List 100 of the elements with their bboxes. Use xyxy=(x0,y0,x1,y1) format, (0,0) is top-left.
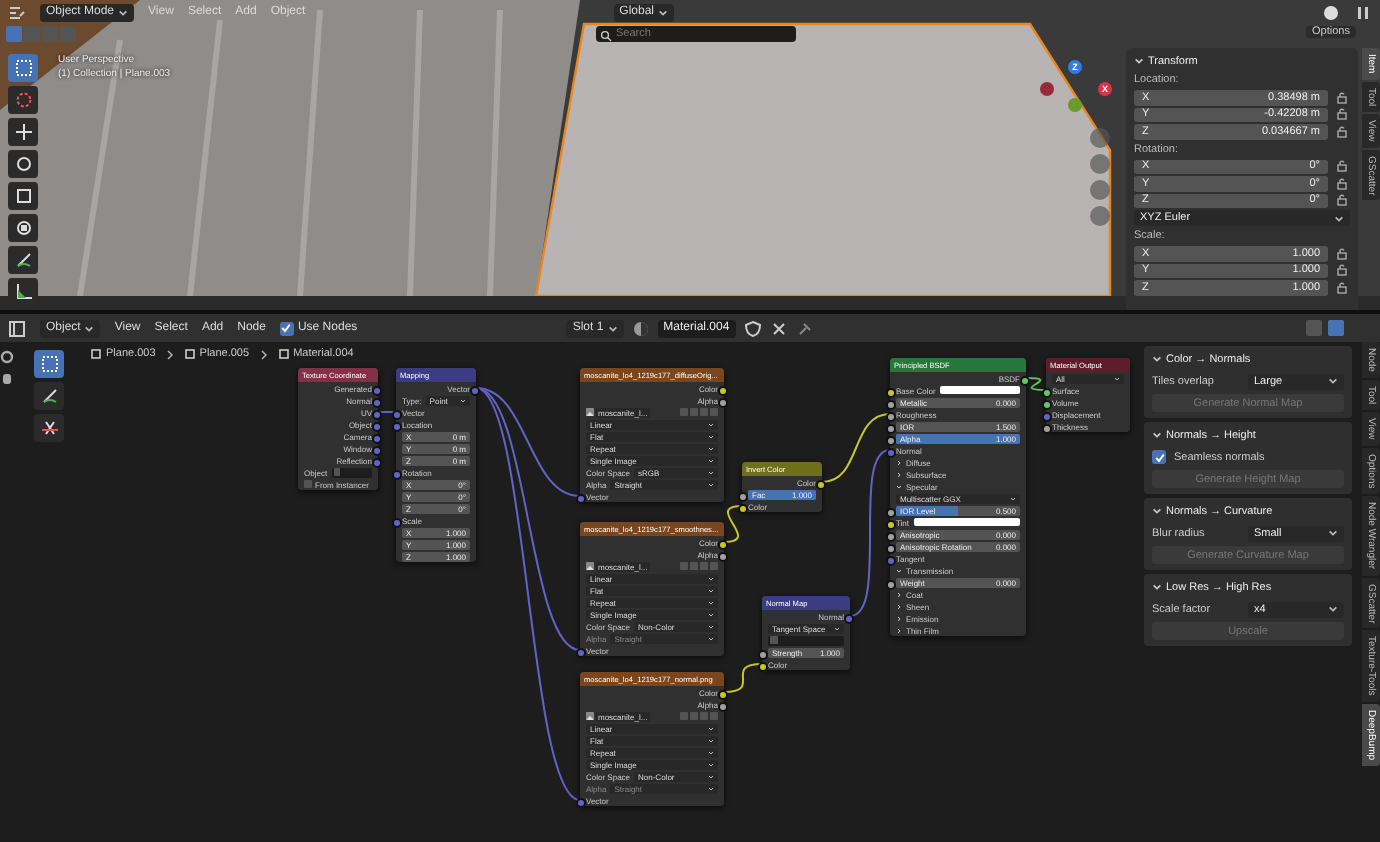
image-icon[interactable] xyxy=(586,562,594,570)
lock-icon[interactable] xyxy=(1336,264,1350,277)
scale-tool[interactable] xyxy=(8,182,38,210)
object-field[interactable] xyxy=(331,467,372,477)
material-sphere-icon[interactable] xyxy=(631,319,650,337)
lock-icon[interactable] xyxy=(1336,91,1350,104)
node-socket[interactable] xyxy=(1042,423,1053,433)
lock-icon[interactable] xyxy=(1336,281,1350,294)
node-socket[interactable] xyxy=(371,433,382,443)
node-socket[interactable] xyxy=(576,647,587,657)
chevron-icon[interactable] xyxy=(1152,506,1162,516)
transform-icon xyxy=(13,218,33,238)
caret-icon xyxy=(1328,604,1338,614)
lock-icon[interactable] xyxy=(1336,108,1350,121)
node-socket[interactable] xyxy=(392,517,403,527)
node-socket[interactable] xyxy=(815,479,826,489)
lock-icon[interactable] xyxy=(1336,177,1350,190)
rotate-tool[interactable] xyxy=(8,150,38,178)
caret-icon xyxy=(84,323,95,333)
image-icon[interactable] xyxy=(586,712,594,720)
chevron-icon[interactable] xyxy=(1152,354,1162,364)
checkmark-icon xyxy=(280,322,293,334)
node-socket[interactable] xyxy=(1042,387,1053,397)
caret-icon xyxy=(1334,213,1344,223)
node-socket[interactable] xyxy=(469,385,480,395)
annotate-tool[interactable] xyxy=(8,246,38,274)
move-tool[interactable] xyxy=(8,118,38,146)
node-socket[interactable] xyxy=(843,613,854,623)
scissors-icon xyxy=(39,418,59,438)
select-box-tool[interactable] xyxy=(34,350,64,378)
select-box-icon xyxy=(13,58,33,78)
node-socket[interactable] xyxy=(576,797,587,807)
scale-icon xyxy=(13,186,33,206)
node-link xyxy=(1025,377,1047,391)
node-socket[interactable] xyxy=(1042,399,1053,409)
node-socket[interactable] xyxy=(886,519,897,529)
caret-icon xyxy=(118,7,129,17)
object-icon xyxy=(770,636,777,644)
node-socket[interactable] xyxy=(371,457,382,467)
node-socket[interactable] xyxy=(576,493,587,503)
editor-type-icon[interactable] xyxy=(8,3,26,21)
caret-icon xyxy=(607,323,618,333)
select-box-tool[interactable] xyxy=(8,54,38,82)
lock-icon[interactable] xyxy=(1336,125,1350,138)
node-socket[interactable] xyxy=(371,397,382,407)
transform-tool[interactable] xyxy=(8,214,38,242)
node-socket[interactable] xyxy=(886,447,897,457)
node-socket[interactable] xyxy=(392,421,403,431)
image-icon[interactable] xyxy=(586,408,594,416)
node-socket[interactable] xyxy=(392,409,403,419)
pin-icon[interactable] xyxy=(795,319,814,337)
node-socket[interactable] xyxy=(717,551,728,561)
cursor-tool[interactable] xyxy=(8,86,38,114)
chevron-right-icon xyxy=(259,349,268,359)
color-swatch[interactable] xyxy=(913,517,1020,527)
node-socket[interactable] xyxy=(717,701,728,711)
select-box-icon xyxy=(39,354,59,374)
node-socket[interactable] xyxy=(758,661,769,671)
node-socket[interactable] xyxy=(886,387,897,397)
node-socket[interactable] xyxy=(392,469,403,479)
color-swatch[interactable] xyxy=(939,385,1020,395)
node-socket[interactable] xyxy=(717,385,728,395)
gear-icon[interactable] xyxy=(0,350,14,364)
breadcrumb-icon xyxy=(90,348,102,360)
chevron-icon[interactable] xyxy=(1152,430,1162,440)
node-socket[interactable] xyxy=(371,445,382,455)
shader-node[interactable] xyxy=(890,358,1026,636)
node-socket[interactable] xyxy=(1042,411,1053,421)
checkbox[interactable] xyxy=(304,480,311,488)
lock-icon[interactable] xyxy=(1336,194,1350,207)
ruler-icon xyxy=(13,282,33,302)
lock-icon[interactable] xyxy=(1336,247,1350,260)
link-cut-tool[interactable] xyxy=(34,414,64,442)
annotate-tool[interactable] xyxy=(34,382,64,410)
pause-icon[interactable] xyxy=(1354,3,1372,21)
move-icon xyxy=(13,122,33,142)
node-socket[interactable] xyxy=(1019,375,1030,385)
object-field[interactable] xyxy=(768,635,844,645)
breadcrumb-icon xyxy=(277,348,290,360)
chevron-icon[interactable] xyxy=(1134,56,1144,66)
shading-icon[interactable] xyxy=(1322,3,1340,21)
node-socket[interactable] xyxy=(371,409,382,419)
shield-icon[interactable] xyxy=(743,319,762,337)
lock-icon[interactable] xyxy=(1336,160,1350,173)
checkbox[interactable] xyxy=(279,321,294,335)
caret-icon xyxy=(1328,528,1338,538)
node-socket[interactable] xyxy=(886,411,897,421)
node-socket[interactable] xyxy=(371,385,382,395)
node-socket[interactable] xyxy=(717,689,728,699)
pencil-icon xyxy=(39,386,59,406)
chevron-icon[interactable] xyxy=(1152,582,1162,592)
node-socket[interactable] xyxy=(371,421,382,431)
node-socket[interactable] xyxy=(717,539,728,549)
checkbox[interactable] xyxy=(1152,450,1166,464)
editor-type-icon[interactable] xyxy=(8,319,26,337)
node-socket[interactable] xyxy=(738,503,749,513)
node-socket[interactable] xyxy=(717,397,728,407)
node-link xyxy=(723,505,743,543)
node-socket[interactable] xyxy=(886,555,897,565)
rotate-icon xyxy=(13,154,33,174)
